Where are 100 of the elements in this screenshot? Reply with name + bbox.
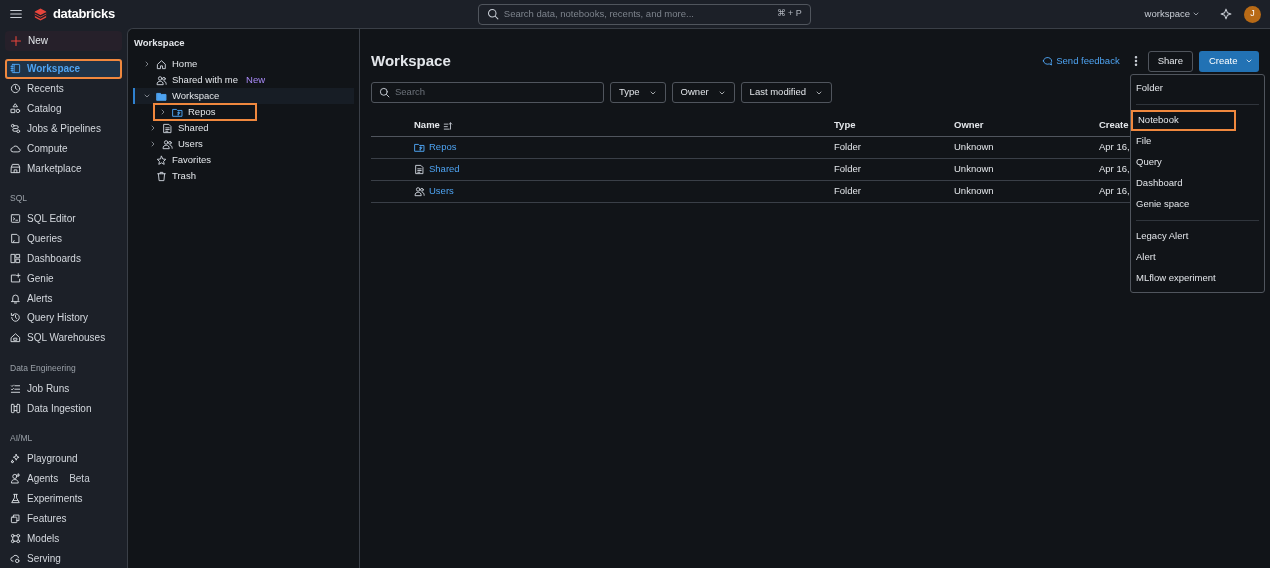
placeholder-text: Search: [395, 85, 426, 100]
people-icon: [414, 186, 425, 197]
menu-item[interactable]: Folder: [1131, 78, 1264, 99]
new-button[interactable]: New: [5, 31, 122, 51]
sidebar-item[interactable]: Data Ingestion: [5, 398, 122, 419]
filter-dropdown[interactable]: Last modified: [740, 82, 833, 103]
table-cell-text: Folder: [834, 140, 862, 155]
sidebar-item[interactable]: Job Runs: [5, 378, 122, 399]
cloud-icon: [10, 142, 21, 154]
people-icon: [156, 74, 167, 86]
sidebar-item[interactable]: Features: [5, 508, 122, 529]
workspace-switcher[interactable]: workspace: [1144, 6, 1200, 22]
workflow-icon: [10, 122, 21, 134]
sidebar-item[interactable]: Serving: [5, 548, 122, 568]
cloud-gear-icon: [10, 552, 21, 564]
sidebar-item[interactable]: Agents Beta: [5, 468, 122, 489]
shapes-icon: [10, 102, 21, 114]
dashboard-icon: [10, 252, 21, 264]
sidebar-item[interactable]: Query History: [5, 308, 122, 328]
tree-item[interactable]: Trash: [133, 168, 354, 185]
menu-item[interactable]: Notebook: [1131, 110, 1236, 131]
section-heading: SQL: [9, 191, 28, 205]
tree-item[interactable]: Home: [133, 56, 354, 73]
repo-folder-icon: [414, 142, 425, 153]
folder-icon: [156, 90, 167, 102]
sidebar-item[interactable]: Workspace: [5, 58, 122, 79]
sidebar-item[interactable]: Queries: [5, 228, 122, 249]
filter-dropdown[interactable]: Owner: [671, 82, 735, 103]
tree-item[interactable]: Shared with me New: [133, 72, 354, 89]
table-cell: Apr 16,: [1099, 140, 1130, 155]
sidebar-item[interactable]: Compute: [5, 138, 122, 159]
menu-item[interactable]: Genie space: [1131, 194, 1264, 215]
tree-item[interactable]: Users: [133, 136, 354, 153]
sidebar-item[interactable]: Recents: [5, 78, 122, 99]
sidebar-item[interactable]: Playground: [5, 448, 122, 469]
sidebar-item[interactable]: Genie: [5, 268, 122, 289]
table-cell: Apr 16,: [1099, 184, 1130, 199]
logo-text: databricks: [53, 5, 115, 24]
menu-icon: [9, 7, 23, 21]
share-button[interactable]: Share: [1147, 50, 1193, 72]
document-icon: [10, 233, 21, 244]
table-cell-text: Unknown: [954, 162, 995, 177]
menu-item[interactable]: Query: [1131, 152, 1264, 173]
checklist-icon: [10, 382, 21, 394]
table-cell-text: Folder: [834, 162, 862, 177]
section-heading: AI/ML: [9, 432, 34, 445]
sidebar-item[interactable]: SQL Warehouses: [5, 327, 122, 348]
search-field[interactable]: Search data, notebooks, recents, and more... ⌘ + P: [477, 3, 811, 25]
placeholder-text: Search data, notebooks, recents, and more...: [503, 6, 695, 21]
menu-item[interactable]: Dashboard: [1131, 173, 1264, 194]
menu-item[interactable]: Alert: [1131, 247, 1264, 268]
tree-item[interactable]: Favorites: [133, 152, 354, 169]
trash-icon: [156, 170, 167, 182]
new-label: New: [246, 73, 266, 88]
bell-icon: [10, 292, 21, 304]
column-header: Create: [1099, 118, 1129, 133]
sidebar-item[interactable]: Catalog: [5, 98, 122, 119]
stacked-squares-icon: [10, 512, 21, 524]
create-button[interactable]: Create: [1199, 50, 1259, 72]
column-header: Type: [834, 118, 857, 133]
search-field[interactable]: Search: [371, 82, 604, 103]
sort-ascending-icon: [442, 120, 453, 131]
shortcut-hint: ⌘ + P: [776, 7, 802, 21]
flask-icon: [10, 493, 21, 505]
table-cell: Apr 16,: [1099, 162, 1130, 177]
sidebar-item[interactable]: Marketplace: [5, 158, 122, 178]
item-link[interactable]: Shared: [429, 162, 460, 177]
search-icon: [486, 8, 499, 20]
terminal-icon: [10, 213, 21, 225]
search-icon: [379, 87, 390, 98]
storefront-icon: [10, 162, 21, 174]
people-icon: [162, 138, 173, 150]
item-link[interactable]: Repos: [429, 140, 457, 155]
sparkle-icon[interactable]: [1220, 8, 1232, 20]
sidebar-item[interactable]: Jobs & Pipelines: [5, 118, 122, 139]
sidebar-item[interactable]: Alerts: [5, 288, 122, 308]
person-plus-icon: [10, 473, 21, 485]
sidebar-item[interactable]: Models: [5, 528, 122, 549]
avatar[interactable]: J: [1244, 5, 1261, 23]
send-feedback-link[interactable]: Send feedback: [1042, 53, 1120, 69]
chevron-down-icon: [1245, 57, 1253, 65]
tree-item[interactable]: Repos: [153, 103, 257, 122]
tree-item[interactable]: Shared: [133, 120, 354, 137]
table-cell-text: Unknown: [954, 140, 995, 155]
item-link[interactable]: Users: [429, 184, 454, 199]
sidebar-item[interactable]: Dashboards: [5, 248, 122, 269]
history-icon: [10, 312, 21, 324]
chevron-right-icon: [143, 60, 151, 69]
table-cell-text: Folder: [834, 184, 862, 199]
sidebar-item[interactable]: SQL Editor: [5, 208, 122, 229]
menu-item[interactable]: Legacy Alert: [1131, 226, 1264, 247]
logo-icon: [33, 6, 48, 22]
menu-item[interactable]: File: [1131, 131, 1264, 152]
menu-item[interactable]: MLflow experiment: [1131, 268, 1264, 289]
column-header: Owner: [954, 118, 985, 133]
filter-dropdown[interactable]: Type: [610, 82, 666, 103]
tree-item[interactable]: Workspace: [133, 88, 354, 105]
document-icon: [414, 164, 425, 175]
column-header[interactable]: Name: [371, 118, 834, 133]
sidebar-item[interactable]: Experiments: [5, 488, 122, 509]
